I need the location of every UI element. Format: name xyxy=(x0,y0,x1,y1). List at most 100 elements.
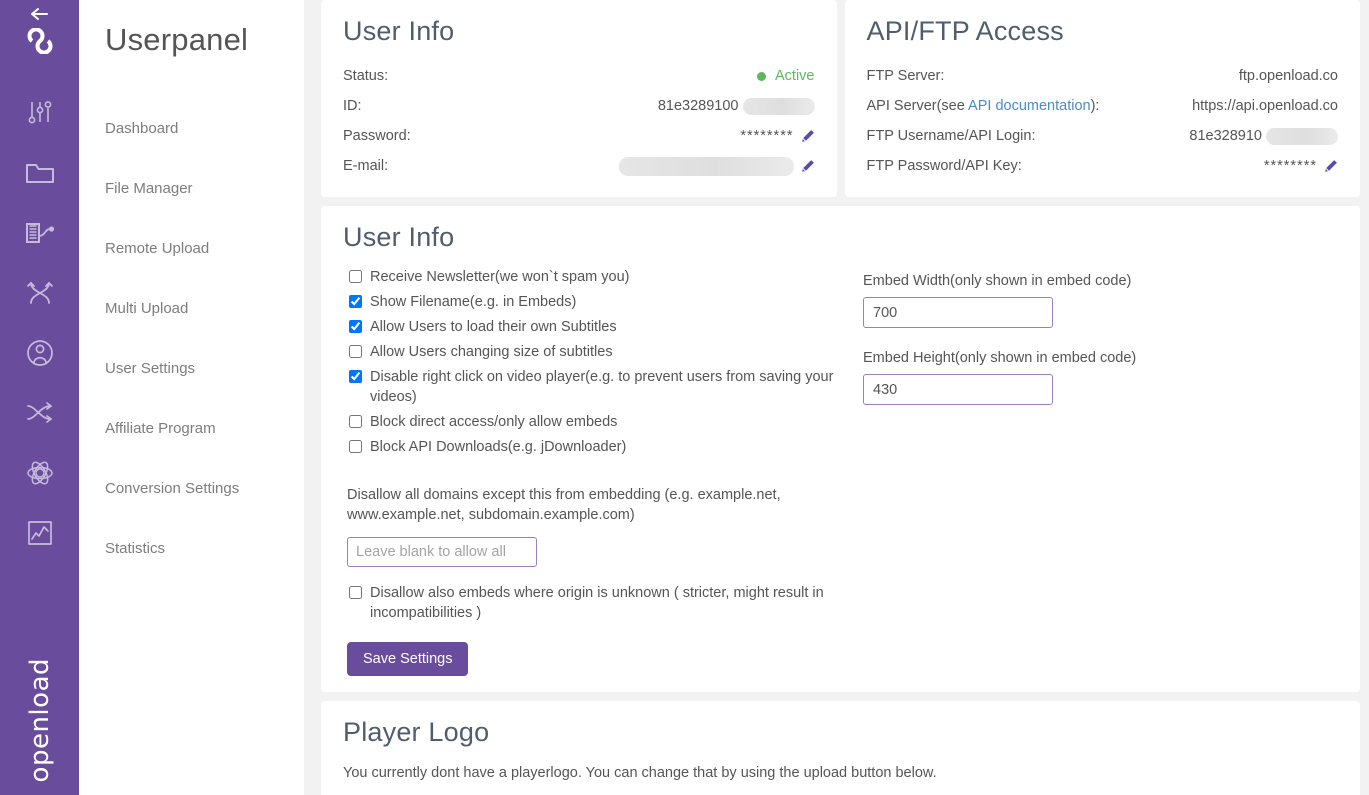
remote-upload-icon[interactable] xyxy=(17,203,63,263)
settings-right-column: Embed Width(only shown in embed code) Em… xyxy=(863,267,1338,676)
ftp-server-row: FTP Server: ftp.openload.co xyxy=(867,61,1339,91)
icon-rail: openload xyxy=(0,0,79,795)
checkbox-newsletter[interactable] xyxy=(349,270,362,283)
api-ftp-card: API/FTP Access FTP Server: ftp.openload.… xyxy=(844,0,1360,197)
sidebar-item-label: Remote Upload xyxy=(105,239,210,257)
ftp-password-row: FTP Password/API Key: ******** xyxy=(867,151,1339,181)
player-logo-title: Player Logo xyxy=(343,717,490,747)
checkbox-label[interactable]: Block direct access/only allow embeds xyxy=(370,412,617,432)
embed-width-label: Embed Width(only shown in embed code) xyxy=(863,273,1132,289)
ftp-username-label: FTP Username/API Login: xyxy=(866,128,1036,144)
sidebar-item-label: File Manager xyxy=(105,179,193,197)
sidebar-nav: Userpanel Dashboard File Manager Remote … xyxy=(79,0,304,795)
checkbox-block-api-downloads[interactable] xyxy=(349,440,362,453)
app-root: openload Userpanel Dashboard File Manage… xyxy=(0,0,1369,795)
api-server-label-post: ): xyxy=(1090,98,1100,114)
checkbox-show-filename[interactable] xyxy=(349,295,362,308)
user-circle-icon[interactable] xyxy=(17,323,63,383)
sidebar-item-file-manager[interactable]: File Manager xyxy=(105,158,304,218)
api-server-row: API Server(see API documentation): https… xyxy=(867,91,1339,121)
status-dot-icon xyxy=(757,71,766,81)
sidebar-item-label: Conversion Settings xyxy=(105,479,240,497)
status-label: Status: xyxy=(343,68,389,84)
edit-password-pencil-icon[interactable] xyxy=(801,129,815,143)
ftp-username-value: 81e328910 xyxy=(1189,128,1262,144)
edit-email-pencil-icon[interactable] xyxy=(801,159,815,173)
ftp-server-value: ftp.openload.co xyxy=(1238,68,1338,84)
checkbox-row-block-api-downloads[interactable]: Block API Downloads(e.g. jDownloader) xyxy=(343,437,853,457)
checkbox-unknown-origin[interactable] xyxy=(349,586,362,599)
back-arrow-icon[interactable] xyxy=(20,5,60,23)
api-server-value: https://api.openload.co xyxy=(1192,98,1338,114)
checkbox-row-subtitle-size[interactable]: Allow Users changing size of subtitles xyxy=(343,342,853,362)
folder-icon[interactable] xyxy=(17,143,63,203)
checkbox-row-own-subtitles[interactable]: Allow Users to load their own Subtitles xyxy=(343,317,853,337)
sidebar-item-multi-upload[interactable]: Multi Upload xyxy=(105,278,304,338)
email-value-wrap xyxy=(618,156,815,176)
ftp-password-value: ******** xyxy=(1263,158,1317,174)
checkbox-row-block-direct-access[interactable]: Block direct access/only allow embeds xyxy=(343,412,853,432)
sidebar-item-dashboard[interactable]: Dashboard xyxy=(105,98,304,158)
ftp-server-label: FTP Server: xyxy=(866,68,945,84)
save-settings-button[interactable]: Save Settings xyxy=(347,642,469,676)
api-documentation-link[interactable]: API documentation xyxy=(968,98,1091,114)
password-label: Password: xyxy=(343,128,411,144)
ftp-username-row: FTP Username/API Login: 81e328910 xyxy=(866,121,1338,151)
multi-upload-icon[interactable] xyxy=(17,263,63,323)
sidebar-item-user-settings[interactable]: User Settings xyxy=(105,338,304,398)
shuffle-icon[interactable] xyxy=(17,383,63,443)
email-label: E-mail: xyxy=(343,158,389,174)
sidebar-item-affiliate-program[interactable]: Affiliate Program xyxy=(105,398,304,458)
checkbox-row-unknown-origin[interactable]: Disallow also embeds where origin is unk… xyxy=(343,583,853,623)
checkbox-label[interactable]: Block API Downloads(e.g. jDownloader) xyxy=(370,437,626,457)
api-ftp-title: API/FTP Access xyxy=(866,16,1064,46)
checkbox-block-direct-access[interactable] xyxy=(349,415,362,428)
sidebar-item-label: Statistics xyxy=(105,539,166,557)
user-info-title: User Info xyxy=(343,16,455,46)
atom-icon[interactable] xyxy=(17,443,63,503)
player-logo-paragraph-1: You currently dont have a playerlogo. Yo… xyxy=(343,765,937,781)
checkbox-label[interactable]: Receive Newsletter(we won`t spam you) xyxy=(370,267,629,287)
sidebar-item-conversion-settings[interactable]: Conversion Settings xyxy=(105,458,304,518)
checkbox-row-show-filename[interactable]: Show Filename(e.g. in Embeds) xyxy=(343,292,853,312)
sidebar-item-statistics[interactable]: Statistics xyxy=(105,518,304,578)
ftp-username-value-wrap: 81e328910 xyxy=(1189,127,1338,145)
openload-brand: openload xyxy=(0,645,79,795)
api-server-label: API Server(see API documentation): xyxy=(867,98,1100,114)
checkbox-label[interactable]: Allow Users changing size of subtitles xyxy=(370,342,613,362)
redacted-ftp-username xyxy=(1266,127,1338,145)
id-value-wrap: 81e3289100 xyxy=(658,97,815,115)
settings-body: Receive Newsletter(we won`t spam you) Sh… xyxy=(343,267,1338,676)
player-logo-card: Player Logo You currently dont have a pl… xyxy=(321,701,1360,795)
embed-height-label: Embed Height(only shown in embed code) xyxy=(863,350,1137,366)
infinity-logo-icon[interactable] xyxy=(17,23,63,59)
checkbox-label[interactable]: Disallow also embeds where origin is unk… xyxy=(370,583,840,623)
user-info-card: User Info Status: Active ID: 81e3289100 xyxy=(321,0,837,197)
password-value-wrap: ******** xyxy=(740,128,814,144)
checkbox-label[interactable]: Show Filename(e.g. in Embeds) xyxy=(370,292,576,312)
settings-left-column: Receive Newsletter(we won`t spam you) Sh… xyxy=(343,267,863,676)
allowed-domains-input[interactable] xyxy=(347,537,537,567)
checkbox-row-newsletter[interactable]: Receive Newsletter(we won`t spam you) xyxy=(343,267,853,287)
user-settings-card: User Info Receive Newsletter(we won`t sp… xyxy=(321,206,1360,692)
embed-width-input[interactable] xyxy=(863,297,1053,328)
checkbox-disable-right-click[interactable] xyxy=(349,370,362,383)
status-value: Active xyxy=(775,68,815,84)
sidebar-item-label: User Settings xyxy=(105,359,196,377)
user-info-password-row: Password: ******** xyxy=(343,121,815,151)
embed-height-input[interactable] xyxy=(863,374,1053,405)
redacted-id xyxy=(742,97,815,115)
sidebar-item-remote-upload[interactable]: Remote Upload xyxy=(105,218,304,278)
domain-restriction-help: Disallow all domains except this from em… xyxy=(347,487,781,523)
checkbox-row-disable-right-click[interactable]: Disable right click on video player(e.g.… xyxy=(343,367,853,407)
checkbox-subtitle-size[interactable] xyxy=(349,345,362,358)
sliders-icon[interactable] xyxy=(17,83,63,143)
edit-api-key-pencil-icon[interactable] xyxy=(1324,159,1338,173)
password-value: ******** xyxy=(740,128,794,144)
main-content: User Info Status: Active ID: 81e3289100 xyxy=(304,0,1369,795)
chart-icon[interactable] xyxy=(17,503,63,563)
api-server-label-pre: API Server(see xyxy=(866,98,969,114)
checkbox-own-subtitles[interactable] xyxy=(349,320,362,333)
checkbox-label[interactable]: Disable right click on video player(e.g.… xyxy=(370,367,840,407)
checkbox-label[interactable]: Allow Users to load their own Subtitles xyxy=(370,317,617,337)
